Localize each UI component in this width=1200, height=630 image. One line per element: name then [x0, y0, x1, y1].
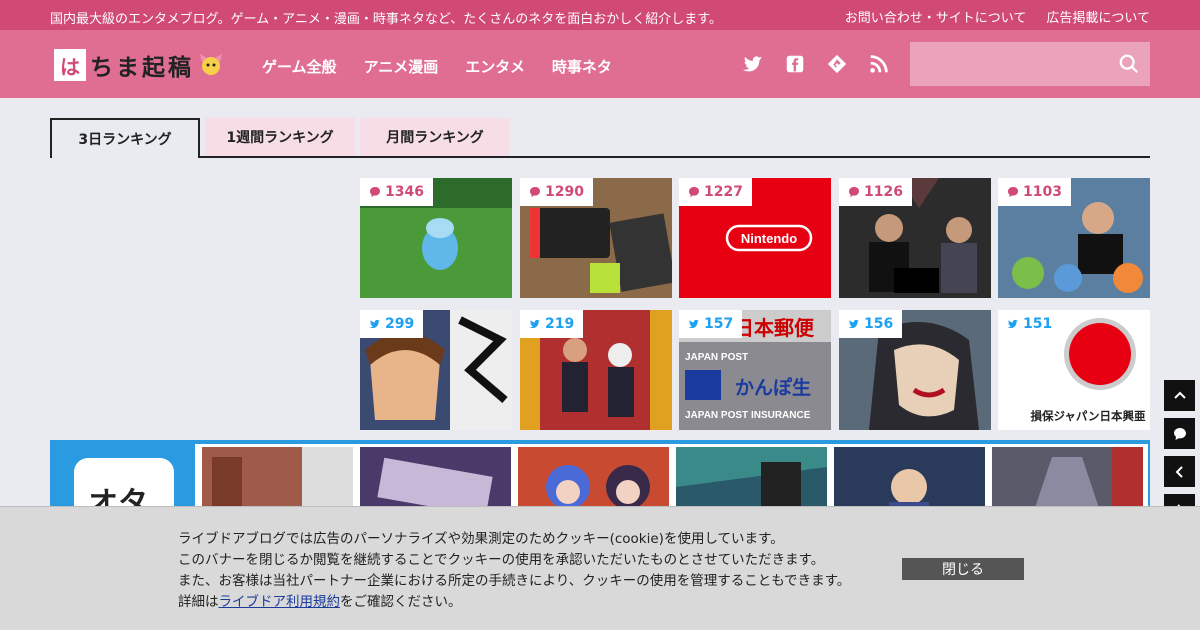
close-banner-button[interactable]: 閉じる: [902, 558, 1024, 580]
ranking-card[interactable]: Nintendo 1227: [679, 178, 831, 298]
comment-icon: [370, 187, 380, 197]
tweet-count-badge: 157: [679, 310, 743, 338]
ranking-card[interactable]: 156: [839, 310, 991, 430]
contact-link[interactable]: お問い合わせ・サイトについて: [845, 7, 1027, 26]
nav-games[interactable]: ゲーム全般: [262, 56, 337, 77]
comment-count-badge: 1126: [839, 178, 912, 206]
scroll-top-button[interactable]: [1164, 380, 1195, 411]
nintendo-logo-text: Nintendo: [741, 231, 797, 246]
comment-icon: [530, 187, 540, 197]
search-box: [910, 42, 1150, 86]
tweet-count: 299: [385, 316, 415, 332]
ranking-card[interactable]: 日本郵便 JAPAN POST かんぽ生 JAPAN POST INSURANC…: [679, 310, 831, 430]
tweet-count: 157: [704, 316, 734, 332]
terms-link[interactable]: ライブドア利用規約: [219, 594, 341, 610]
ranking-card[interactable]: 299: [360, 310, 512, 430]
mascot-icon: [200, 54, 222, 75]
main-nav: ゲーム全般 アニメ漫画 エンタメ 時事ネタ: [262, 56, 612, 77]
comment-count: 1103: [1023, 184, 1062, 200]
comment-icon: [849, 187, 859, 197]
ranking-tabs: 3日ランキング 1週間ランキング 月間ランキング: [50, 118, 1150, 158]
tab-1week[interactable]: 1週間ランキング: [205, 118, 355, 156]
cookie-line: また、お客様は当社パートナー企業における所定の手続きにより、クッキーの使用を管理…: [178, 573, 851, 589]
twitter-icon: [848, 319, 859, 329]
tweet-count: 151: [1023, 316, 1053, 332]
tweet-count-badge: 219: [520, 310, 584, 338]
comment-count: 1227: [704, 184, 743, 200]
previous-button[interactable]: [1164, 456, 1195, 487]
twitter-icon: [369, 319, 380, 329]
logo-mark: は: [54, 49, 86, 81]
tweet-count-badge: 151: [998, 310, 1062, 338]
chevron-left-icon: [1175, 465, 1183, 478]
cookie-details-suffix: をご確認ください。: [340, 594, 462, 610]
ranking-card[interactable]: 1103: [998, 178, 1150, 298]
tweet-count: 219: [545, 316, 575, 332]
feedly-icon[interactable]: [826, 53, 848, 75]
tweet-count-badge: 156: [839, 310, 903, 338]
search-input[interactable]: [910, 42, 1110, 86]
site-logo[interactable]: は ちま起稿: [54, 48, 224, 82]
sompo-logo-text: 損保ジャパン日本興亜: [1031, 409, 1146, 423]
ads-link[interactable]: 広告掲載について: [1046, 7, 1150, 26]
comment-count-badge: 1103: [998, 178, 1071, 206]
ranking-card[interactable]: 219: [520, 310, 672, 430]
comment-count-badge: 1346: [360, 178, 433, 206]
comments-button[interactable]: [1164, 418, 1195, 449]
ranking-card[interactable]: 1290: [520, 178, 672, 298]
cookie-consent-banner: ライブドアブログでは広告のパーソナライズや効果測定のためクッキー(cookie)…: [0, 506, 1200, 630]
twitter-icon: [688, 319, 699, 329]
comment-count-badge: 1227: [679, 178, 752, 206]
ranking-card[interactable]: 1346: [360, 178, 512, 298]
twitter-icon: [1007, 319, 1018, 329]
cookie-details-prefix: 詳細は: [178, 594, 219, 610]
social-links: [742, 53, 890, 75]
cookie-line: ライブドアブログでは広告のパーソナライズや効果測定のためクッキー(cookie)…: [178, 531, 784, 547]
twitter-icon: [529, 319, 540, 329]
comment-icon: [1008, 187, 1018, 197]
cookie-line: このバナーを閉じるか閲覧を継続することでクッキーの使用を承認いただいたものとさせ…: [178, 552, 825, 568]
nav-current-events[interactable]: 時事ネタ: [552, 56, 612, 77]
cookie-message: ライブドアブログでは広告のパーソナライズや効果測定のためクッキー(cookie)…: [178, 529, 850, 613]
tab-monthly[interactable]: 月間ランキング: [360, 118, 510, 156]
tweet-count: 156: [864, 316, 894, 332]
site-tagline: 国内最大級のエンタメブログ。ゲーム・アニメ・漫画・時事ネタなど、たくさんのネタを…: [50, 12, 722, 27]
cookie-line: 詳細はライブドア利用規約をご確認ください。: [178, 592, 850, 613]
twitter-icon[interactable]: [742, 53, 764, 75]
tweet-count-badge: 299: [360, 310, 424, 338]
nav-anime-manga[interactable]: アニメ漫画: [364, 56, 439, 77]
rss-icon[interactable]: [868, 53, 890, 75]
comment-count-badge: 1290: [520, 178, 593, 206]
ranking-card[interactable]: 1126: [839, 178, 991, 298]
comment-count: 1126: [864, 184, 903, 200]
facebook-icon[interactable]: [784, 53, 806, 75]
site-header: は ちま起稿 ゲーム全般 アニメ漫画 エンタメ 時事ネタ: [0, 30, 1200, 98]
chevron-up-icon: [1173, 391, 1186, 399]
top-bar: 国内最大級のエンタメブログ。ゲーム・アニメ・漫画・時事ネタなど、たくさんのネタを…: [0, 0, 1200, 30]
ranking-card[interactable]: 損保ジャパン日本興亜 151: [998, 310, 1150, 430]
comment-icon: [689, 187, 699, 197]
comment-icon: [1173, 427, 1186, 440]
kampo-en: JAPAN POST INSURANCE: [685, 410, 811, 421]
comment-count: 1290: [545, 184, 584, 200]
japan-post-sign: 日本郵便: [734, 316, 815, 340]
kampo-sign: かんぽ生: [735, 376, 811, 399]
logo-text: ちま起稿: [90, 55, 194, 81]
top-links: お問い合わせ・サイトについて 広告掲載について: [845, 7, 1150, 26]
search-icon[interactable]: [1118, 53, 1140, 75]
nav-entertainment[interactable]: エンタメ: [465, 56, 525, 77]
tab-3day[interactable]: 3日ランキング: [50, 118, 200, 158]
japan-post-en: JAPAN POST: [685, 352, 748, 363]
comment-count: 1346: [385, 184, 424, 200]
